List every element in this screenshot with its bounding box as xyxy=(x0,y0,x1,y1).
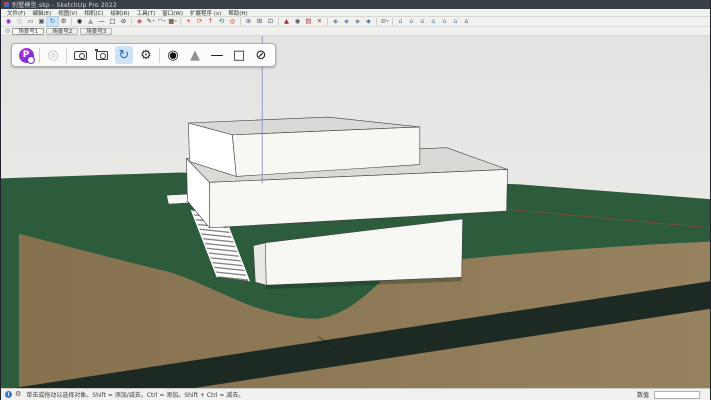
menu-item-5[interactable]: 工具(T) xyxy=(134,9,159,17)
app-icon xyxy=(4,2,9,7)
measurements-input[interactable] xyxy=(654,391,700,399)
menu-item-2[interactable]: 视图(V) xyxy=(55,9,80,17)
toolbar-separator xyxy=(240,18,241,25)
offset-tool-icon[interactable]: ◎ xyxy=(227,17,238,26)
video-camera-icon[interactable]: ▭ xyxy=(25,17,36,26)
disable-light-icon[interactable]: ⊘ xyxy=(252,46,270,64)
freehand-line-dropdown-icon[interactable]: ▾ xyxy=(153,20,155,24)
plugin-render-icon[interactable]: P xyxy=(17,46,35,64)
line-light-icon[interactable]: — xyxy=(208,46,226,64)
bottom-slab-left-face[interactable] xyxy=(253,243,266,286)
rect-light-icon[interactable]: □ xyxy=(107,17,118,26)
geolocation-gear-icon[interactable]: ⚙ xyxy=(15,391,21,398)
more-tools-dropdown-icon[interactable]: ▾ xyxy=(387,20,389,24)
rect-light-icon[interactable]: □ xyxy=(230,46,248,64)
spot-light-icon[interactable]: ▲ xyxy=(85,17,96,26)
menu-item-6[interactable]: 窗口(W) xyxy=(159,9,186,17)
video-camera-glyph xyxy=(74,51,87,60)
point-light-icon[interactable]: ◉ xyxy=(164,46,182,64)
scene-tab-3[interactable]: 场景号3 xyxy=(80,28,112,35)
shape-tool-icon[interactable]: ■▾ xyxy=(167,17,178,26)
toolbar-separator xyxy=(71,18,72,25)
freehand-line-icon[interactable]: ✎▾ xyxy=(145,17,156,26)
plugin-settings-icon[interactable]: ⚙ xyxy=(137,46,155,64)
menu-item-0[interactable]: 文件(F) xyxy=(4,9,28,17)
toolbar-separator xyxy=(376,18,377,25)
view-bottom-icon[interactable]: ⌂ xyxy=(461,17,472,26)
menu-item-1[interactable]: 编辑(E) xyxy=(29,9,54,17)
main-toolbar: ◉◎▭▣↻⚙◉▲—□⊘◆✎▾◠▾■▾+⟳↑⟲◎⊕⊞⊡▲◉▤✕◈◈◈◈⊘▾⌂⌂⌂⌂… xyxy=(1,17,710,27)
plugin-render-icon[interactable]: ◉ xyxy=(3,17,14,26)
photo-camera-glyph xyxy=(96,51,108,60)
tags-panel-icon[interactable]: ◈ xyxy=(363,17,374,26)
model-viewport[interactable]: P ◎ ↻⚙ ◉▲—□⊘ xyxy=(1,36,710,388)
toolbar-separator xyxy=(327,18,328,25)
overlay-separator xyxy=(39,48,40,63)
styles-panel-icon[interactable]: ◈ xyxy=(352,17,363,26)
plugin-settings-icon[interactable]: ⚙ xyxy=(58,17,69,26)
plugin-overlay-toolbar: P ◎ ↻⚙ ◉▲—□⊘ xyxy=(11,43,276,67)
zoom-extents-icon[interactable]: ⊡ xyxy=(265,17,276,26)
scene-search-icon[interactable]: ◎ xyxy=(5,28,10,34)
plugin-render-logo: P xyxy=(19,48,34,63)
measurements-label: 数值 xyxy=(637,390,649,399)
arc-tool-icon[interactable]: ◠▾ xyxy=(156,17,167,26)
zoom-tool-icon[interactable]: ⊕ xyxy=(243,17,254,26)
sketchup-window: 别墅模型.skp - SketchUp Pro 2022 文件(F)编辑(E)视… xyxy=(0,0,711,400)
toolbar-separator xyxy=(180,18,181,25)
menu-bar: 文件(F)编辑(E)视图(V)相机(C)绘制(R)工具(T)窗口(W)扩展程序 … xyxy=(1,9,710,17)
shape-tool-dropdown-icon[interactable]: ▾ xyxy=(175,20,177,24)
view-iso-icon[interactable]: ⌂ xyxy=(395,17,406,26)
live-sync-icon[interactable]: ↻ xyxy=(115,46,133,64)
overlay-separator xyxy=(66,48,67,63)
rotate-tool-icon[interactable]: ⟳ xyxy=(194,17,205,26)
axes-tool-icon[interactable]: ✕ xyxy=(314,17,325,26)
components-panel-icon[interactable]: ◈ xyxy=(330,17,341,26)
toolbar-separator xyxy=(392,18,393,25)
section-plane-icon[interactable]: ▤ xyxy=(303,17,314,26)
spot-light-icon[interactable]: ▲ xyxy=(186,46,204,64)
status-hint-text: 单击或拖动以选择对象。Shift = 添加/减去。Ctrl = 添加。Shift… xyxy=(26,390,634,399)
look-around-icon[interactable]: ◉ xyxy=(292,17,303,26)
point-light-icon[interactable]: ◉ xyxy=(74,17,85,26)
menu-item-3[interactable]: 相机(C) xyxy=(81,9,106,17)
view-back-icon[interactable]: ⌂ xyxy=(439,17,450,26)
follow-me-icon[interactable]: ⟲ xyxy=(216,17,227,26)
menu-item-8[interactable]: 帮助(H) xyxy=(225,9,250,17)
scene-tab-2[interactable]: 场景号2 xyxy=(46,28,78,35)
toolbar-separator xyxy=(131,18,132,25)
photo-camera-icon[interactable]: ▣ xyxy=(36,17,47,26)
materials-panel-icon[interactable]: ◈ xyxy=(341,17,352,26)
status-bar: i ⚙ 单击或拖动以选择对象。Shift = 添加/减去。Ctrl = 添加。S… xyxy=(1,388,710,400)
info-icon[interactable]: i xyxy=(5,391,12,398)
menu-item-7[interactable]: 扩展程序 (x) xyxy=(187,9,224,17)
eraser-icon[interactable]: ◆ xyxy=(134,17,145,26)
arc-tool-dropdown-icon[interactable]: ▾ xyxy=(164,20,166,24)
live-sync-icon[interactable]: ↻ xyxy=(47,17,58,26)
view-top-icon[interactable]: ⌂ xyxy=(406,17,417,26)
model-canvas[interactable] xyxy=(1,36,710,388)
scene-tab-1[interactable]: 场景号1 xyxy=(12,28,44,35)
toolbar-separator xyxy=(278,18,279,25)
position-camera-icon[interactable]: ▲ xyxy=(281,17,292,26)
photo-camera-icon[interactable] xyxy=(93,46,111,64)
more-tools-icon[interactable]: ⊘▾ xyxy=(379,17,390,26)
scene-tabs-bar: ◎ 场景号1场景号2场景号3 xyxy=(1,27,710,36)
view-right-icon[interactable]: ⌂ xyxy=(428,17,439,26)
push-pull-icon[interactable]: ↑ xyxy=(205,17,216,26)
plugin-sync-off-icon[interactable]: ◎ xyxy=(14,17,25,26)
disable-light-icon[interactable]: ⊘ xyxy=(118,17,129,26)
zoom-window-icon[interactable]: ⊞ xyxy=(254,17,265,26)
plugin-sync-off-icon[interactable]: ◎ xyxy=(44,46,62,64)
view-front-icon[interactable]: ⌂ xyxy=(417,17,428,26)
video-camera-icon[interactable] xyxy=(71,46,89,64)
view-left-icon[interactable]: ⌂ xyxy=(450,17,461,26)
line-light-icon[interactable]: — xyxy=(96,17,107,26)
menu-item-4[interactable]: 绘制(R) xyxy=(107,9,132,17)
overlay-separator xyxy=(159,48,160,63)
move-tool-icon[interactable]: + xyxy=(183,17,194,26)
